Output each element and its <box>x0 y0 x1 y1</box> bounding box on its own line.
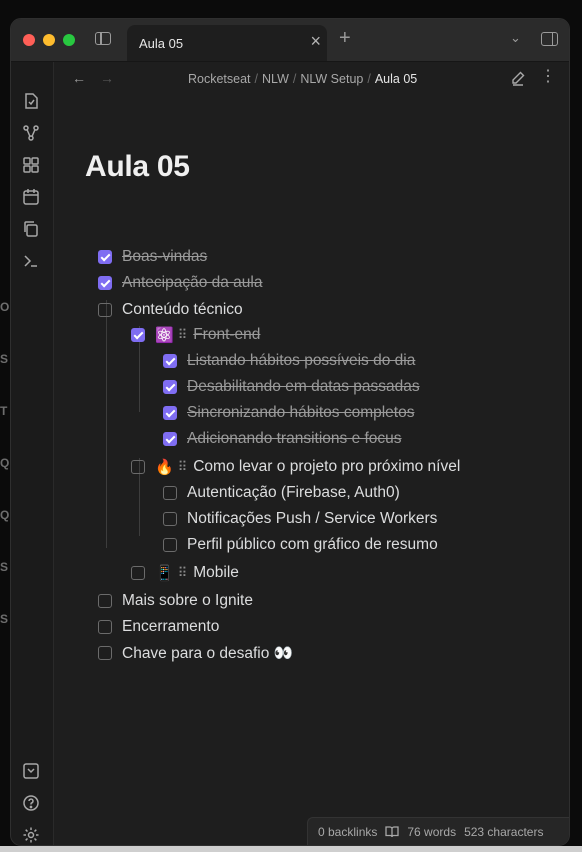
task-label: Conteúdo técnico <box>122 301 243 318</box>
canvas-icon[interactable] <box>22 156 40 174</box>
task-checkbox[interactable] <box>98 276 112 290</box>
task-checkbox[interactable] <box>131 460 145 474</box>
tab-label: Aula 05 <box>139 36 184 51</box>
task-label: Como levar o projeto pro próximo nível <box>193 458 461 475</box>
task-item: ⚛️ ⠿ Front-end <box>131 324 260 346</box>
task-item: Perfil público com gráfico de resumo <box>163 534 438 556</box>
task-item: Conteúdo técnico <box>98 299 243 321</box>
task-label: Mais sobre o Ignite <box>122 592 253 609</box>
task-emoji: 📱 <box>155 565 174 582</box>
task-item: Listando hábitos possíveis do dia <box>163 350 415 372</box>
task-item: Notificações Push / Service Workers <box>163 508 437 530</box>
app-window: Aula 05 × + ⌄ ← → Rocketseat / NLW / NLW… <box>10 18 570 846</box>
new-tab-icon[interactable]: + <box>339 28 351 48</box>
task-emoji: 🔥 <box>155 459 174 476</box>
tab-aula-05[interactable]: Aula 05 × <box>127 25 327 61</box>
task-item: Boas-vindas <box>98 246 207 268</box>
vault-switch-icon[interactable] <box>22 762 40 780</box>
word-count: 76 words <box>407 824 457 839</box>
task-label: Encerramento <box>122 618 220 635</box>
task-checkbox[interactable] <box>131 328 145 342</box>
indent-guide <box>106 300 107 548</box>
task-item: Mais sobre o Ignite <box>98 590 253 612</box>
breadcrumb-item[interactable]: NLW Setup <box>300 72 363 86</box>
maximize-window-button[interactable] <box>63 34 75 46</box>
task-label: Desabilitando em datas passadas <box>187 378 420 395</box>
task-checkbox[interactable] <box>163 406 177 420</box>
task-item: Encerramento <box>98 616 219 638</box>
task-checkbox[interactable] <box>163 432 177 446</box>
background-window-edge: OSTQQSS <box>0 300 10 626</box>
task-checkbox[interactable] <box>163 486 177 500</box>
character-count: 523 characters <box>464 824 544 839</box>
task-item: Antecipação da aula <box>98 272 262 294</box>
breadcrumb-current[interactable]: Aula 05 <box>375 72 417 86</box>
task-checkbox[interactable] <box>163 380 177 394</box>
more-options-icon[interactable]: ⋮ <box>540 69 556 85</box>
forward-arrow-icon[interactable]: → <box>100 71 114 85</box>
breadcrumb-item[interactable]: NLW <box>262 72 289 86</box>
task-checkbox[interactable] <box>98 594 112 608</box>
task-item: Desabilitando em datas passadas <box>163 376 420 398</box>
task-emoji: ⚛️ <box>155 327 174 344</box>
task-checkbox[interactable] <box>131 566 145 580</box>
titlebar: Aula 05 × + ⌄ <box>11 19 569 62</box>
task-label: Front-end <box>193 326 261 343</box>
task-label: Antecipação da aula <box>122 274 263 291</box>
task-label: Mobile <box>193 564 239 581</box>
status-bar: 0 backlinks 76 words 523 characters <box>307 817 569 845</box>
drag-handle-icon[interactable]: ⠿ <box>178 459 188 475</box>
left-sidebar-toggle-icon[interactable] <box>95 32 111 45</box>
copy-icon[interactable] <box>22 220 40 238</box>
task-label: Perfil público com gráfico de resumo <box>187 536 438 553</box>
task-checkbox[interactable] <box>98 646 112 660</box>
task-label: Autenticação (Firebase, Auth0) <box>187 484 400 501</box>
graph-view-icon[interactable] <box>22 124 40 142</box>
reading-view-icon[interactable] <box>385 825 400 838</box>
task-checkbox[interactable] <box>98 303 112 317</box>
task-label: Notificações Push / Service Workers <box>187 510 438 527</box>
task-item: 🔥 ⠿ Como levar o projeto pro próximo nível <box>131 456 460 478</box>
backlinks-count[interactable]: 0 backlinks <box>318 825 377 839</box>
task-checkbox[interactable] <box>163 538 177 552</box>
back-arrow-icon[interactable]: ← <box>72 71 86 85</box>
page-title: Aula 05 <box>85 150 190 183</box>
open-file-icon[interactable] <box>22 92 40 110</box>
close-window-button[interactable] <box>23 34 35 46</box>
task-item: Adicionando transitions e focus <box>163 428 402 450</box>
minimize-window-button[interactable] <box>43 34 55 46</box>
task-checkbox[interactable] <box>98 620 112 634</box>
breadcrumb: Rocketseat / NLW / NLW Setup / Aula 05 <box>188 72 418 86</box>
help-icon[interactable] <box>22 794 40 812</box>
task-checkbox[interactable] <box>98 250 112 264</box>
daily-note-icon[interactable] <box>22 188 40 206</box>
ribbon <box>11 62 54 845</box>
task-label: Chave para o desafio 👀 <box>122 644 293 662</box>
breadcrumb-item[interactable]: Rocketseat <box>188 72 251 86</box>
chevron-down-icon[interactable]: ⌄ <box>510 31 521 44</box>
task-item: Sincronizando hábitos completos <box>163 402 414 424</box>
bottom-edge <box>0 846 582 852</box>
editor-pane: ← → Rocketseat / NLW / NLW Setup / Aula 05 ⋮ A… <box>54 62 569 845</box>
close-tab-icon[interactable]: × <box>310 32 321 50</box>
task-label: Adicionando transitions e focus <box>187 430 402 447</box>
drag-handle-icon[interactable]: ⠿ <box>178 565 188 581</box>
task-item: Chave para o desafio 👀 <box>98 642 293 664</box>
settings-icon[interactable] <box>22 826 40 844</box>
task-checkbox[interactable] <box>163 512 177 526</box>
command-palette-icon[interactable] <box>22 252 40 270</box>
task-item: 📱 ⠿ Mobile <box>131 562 239 584</box>
right-sidebar-toggle-icon[interactable] <box>541 32 558 46</box>
task-label: Boas-vindas <box>122 248 208 265</box>
task-label: Sincronizando hábitos completos <box>187 404 415 421</box>
task-label: Listando hábitos possíveis do dia <box>187 352 416 369</box>
edit-icon[interactable] <box>510 70 526 86</box>
task-item: Autenticação (Firebase, Auth0) <box>163 482 400 504</box>
task-checkbox[interactable] <box>163 354 177 368</box>
drag-handle-icon[interactable]: ⠿ <box>178 327 188 343</box>
